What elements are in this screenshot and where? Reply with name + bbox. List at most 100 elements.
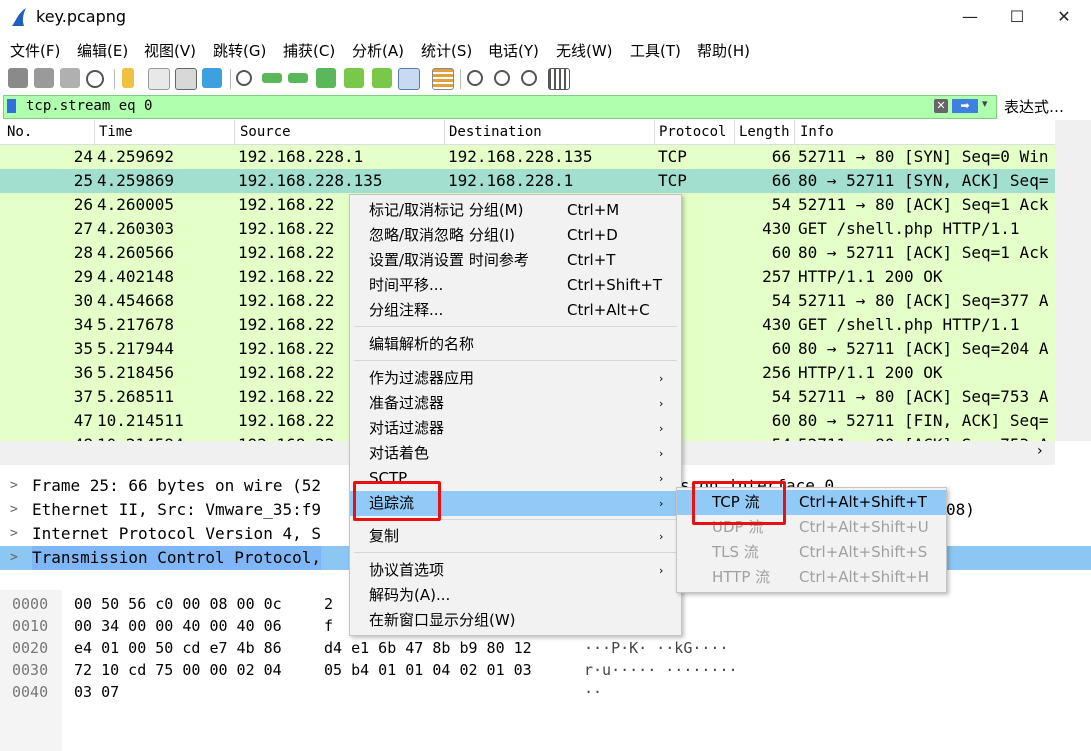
menu-conversation-filter[interactable]: 对话过滤器 › (350, 416, 681, 441)
menu-analyze[interactable]: 分析(A) (352, 40, 404, 61)
maximize-button[interactable]: ☐ (994, 0, 1040, 34)
chevron-right-icon: › (659, 372, 664, 385)
packet-cell: 4.260005 (97, 195, 175, 214)
packet-cell: TCP (658, 147, 687, 166)
clear-filter-icon[interactable]: ✕ (934, 99, 948, 113)
menu-follow-http-stream[interactable]: HTTP 流 Ctrl+Alt+Shift+H (677, 565, 946, 590)
open-file-icon[interactable] (122, 68, 134, 88)
display-filter-input[interactable]: tcp.stream eq 0 (26, 98, 152, 114)
zoom-out-icon[interactable] (494, 70, 510, 86)
packet-cell: 48 (74, 433, 93, 441)
capture-options-icon[interactable] (86, 70, 104, 88)
main-toolbar (0, 64, 1091, 94)
packet-cell: 192.168.228.135 (238, 171, 383, 190)
menu-protocol-preferences[interactable]: 协议首选项 › (350, 558, 681, 583)
chevron-right-icon[interactable]: > (10, 498, 18, 522)
packet-cell: 192.168.22 (238, 387, 335, 406)
menu-tools[interactable]: 工具(T) (630, 40, 681, 61)
zoom-normal-icon[interactable] (521, 70, 537, 86)
column-header-length[interactable]: Length (739, 124, 790, 140)
menu-go[interactable]: 跳转(G) (213, 40, 266, 61)
menu-view[interactable]: 视图(V) (144, 40, 196, 61)
chevron-right-icon[interactable]: > (10, 474, 18, 498)
column-header-info[interactable]: Info (800, 124, 834, 140)
packet-cell: 10.214511 (97, 411, 184, 430)
chevron-down-icon[interactable]: ▾ (982, 97, 988, 110)
menu-separator (354, 360, 677, 361)
menu-ignore-packet[interactable]: 忽略/取消忽略 分组(I) Ctrl+D (350, 223, 681, 248)
packet-cell: 430 (762, 219, 791, 238)
menu-follow-tls-stream[interactable]: TLS 流 Ctrl+Alt+Shift+S (677, 540, 946, 565)
bookmark-icon[interactable] (7, 99, 16, 113)
menu-edit[interactable]: 编辑(E) (77, 40, 128, 61)
packet-cell: 66 (771, 171, 791, 190)
column-header-protocol[interactable]: Protocol (659, 124, 726, 140)
menu-help[interactable]: 帮助(H) (697, 40, 750, 61)
apply-filter-icon[interactable]: ➡ (952, 99, 978, 113)
save-file-icon[interactable] (148, 68, 170, 90)
restart-capture-icon[interactable] (60, 68, 80, 88)
packet-cell: 80 → 52711 [FIN, ACK] Seq= (798, 411, 1049, 430)
bytes-ascii: r·u····· ········ (584, 661, 738, 679)
packet-cell: HTTP/1.1 200 OK (798, 267, 943, 286)
menu-copy[interactable]: 复制 › (350, 524, 681, 549)
resize-columns-icon[interactable] (548, 68, 570, 90)
menu-colorize-conversation[interactable]: 对话着色 › (350, 441, 681, 466)
colorize-icon[interactable] (432, 68, 454, 90)
packet-cell: 5.217678 (97, 315, 175, 334)
start-capture-icon[interactable] (8, 68, 28, 88)
packet-cell: 80 → 52711 [SYN, ACK] Seq= (798, 171, 1049, 190)
menu-packet-comment[interactable]: 分组注释... Ctrl+Alt+C (350, 298, 681, 323)
packet-list-vertical-scrollbar[interactable] (1055, 120, 1091, 441)
scroll-right-icon[interactable]: › (1037, 443, 1043, 459)
menu-mark-packet[interactable]: 标记/取消标记 分组(M) Ctrl+M (350, 198, 681, 223)
menu-decode-as[interactable]: 解码为(A)... (350, 583, 681, 608)
close-button[interactable]: ✕ (1041, 0, 1087, 34)
packet-cell: 5.218456 (97, 363, 175, 382)
find-packet-icon[interactable] (236, 70, 252, 86)
packet-cell: 192.168.22 (238, 291, 335, 310)
menu-prepare-filter[interactable]: 准备过滤器 › (350, 391, 681, 416)
column-header-no[interactable]: No. (7, 124, 32, 140)
expression-button[interactable]: 表达式… (1004, 96, 1064, 117)
packet-cell: 34 (73, 315, 93, 334)
packet-cell: 192.168.228.1 (238, 147, 364, 166)
chevron-right-icon[interactable]: > (10, 546, 18, 570)
close-file-icon[interactable] (175, 68, 197, 90)
column-header-destination[interactable]: Destination (449, 124, 542, 140)
packet-cell: 257 (762, 267, 791, 286)
menu-separator (354, 326, 677, 327)
autoscroll-icon[interactable] (398, 68, 420, 90)
column-header-time[interactable]: Time (99, 124, 133, 140)
menu-time-reference[interactable]: 设置/取消设置 时间参考 Ctrl+T (350, 248, 681, 273)
chevron-right-icon[interactable]: > (10, 522, 18, 546)
go-first-icon[interactable] (344, 68, 364, 88)
menu-wireless[interactable]: 无线(W) (556, 40, 613, 61)
menu-telephony[interactable]: 电话(Y) (488, 40, 539, 61)
go-back-icon[interactable] (262, 73, 282, 83)
stop-capture-icon[interactable] (34, 68, 54, 88)
menu-show-packet-new-window[interactable]: 在新窗口显示分组(W) (350, 608, 681, 633)
zoom-in-icon[interactable] (467, 70, 483, 86)
packet-row[interactable]: 25 4.259869 192.168.228.135 192.168.228.1 TC… (0, 169, 1055, 193)
packet-cell: 4.259869 (97, 171, 175, 190)
menu-file[interactable]: 文件(F) (10, 40, 60, 61)
menu-capture[interactable]: 捕获(C) (283, 40, 335, 61)
go-forward-icon[interactable] (288, 73, 308, 83)
packet-cell: 36 (73, 363, 93, 382)
go-to-packet-icon[interactable] (316, 68, 336, 88)
go-last-icon[interactable] (372, 68, 392, 88)
menu-apply-as-filter[interactable]: 作为过滤器应用 › (350, 366, 681, 391)
packet-cell: 192.168.22 (238, 315, 335, 334)
packet-cell: 192.168.22 (238, 243, 335, 262)
display-filter-bar[interactable]: tcp.stream eq 0 ✕ ➡ ▾ (3, 95, 997, 119)
menu-time-shift[interactable]: 时间平移... Ctrl+Shift+T (350, 273, 681, 298)
column-header-source[interactable]: Source (240, 124, 291, 140)
menu-bar: 文件(F) 编辑(E) 视图(V) 跳转(G) 捕获(C) 分析(A) 统计(S… (0, 36, 1091, 64)
reload-file-icon[interactable] (202, 68, 222, 88)
packet-cell: 60 (771, 339, 791, 358)
menu-statistics[interactable]: 统计(S) (421, 40, 472, 61)
menu-edit-resolved-name[interactable]: 编辑解析的名称 (350, 332, 681, 357)
packet-row[interactable]: 24 4.259692 192.168.228.1 192.168.228.135 TC… (0, 145, 1055, 169)
minimize-button[interactable]: — (947, 0, 993, 34)
